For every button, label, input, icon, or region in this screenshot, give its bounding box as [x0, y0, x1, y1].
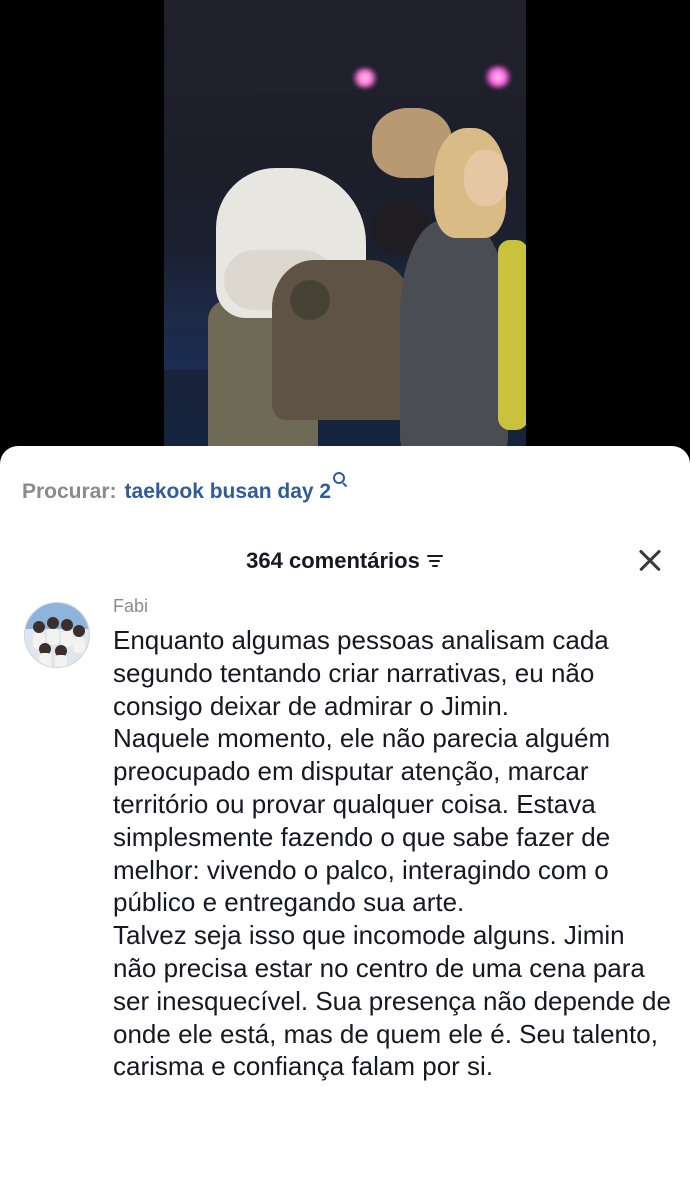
comment-count: 364 comentários	[246, 548, 420, 573]
video-frame[interactable]	[164, 0, 526, 460]
search-term-link[interactable]: taekook busan day 2	[125, 480, 332, 504]
sort-icon[interactable]	[426, 552, 444, 570]
comment-paragraph: Naquele momento, ele não parecia alguém …	[113, 723, 611, 918]
stage-light	[352, 68, 378, 88]
performer-figure	[498, 240, 526, 430]
page: Procurar: taekook busan day 2 364 coment…	[0, 0, 690, 1200]
performer-figure	[272, 260, 412, 420]
comments-header: 364 comentários	[0, 544, 690, 578]
performer-figure	[290, 280, 330, 320]
search-label: Procurar:	[22, 480, 117, 503]
search-suggestion[interactable]: Procurar: taekook busan day 2	[22, 472, 348, 510]
comment-username[interactable]: Fabi	[113, 596, 148, 617]
performer-figure	[400, 220, 508, 460]
comment-text: Enquanto algumas pessoas analisam cada s…	[113, 624, 673, 1083]
close-icon[interactable]	[636, 546, 664, 574]
performer-figure	[464, 150, 508, 206]
search-icon[interactable]	[333, 472, 348, 488]
comment-paragraph: Enquanto algumas pessoas analisam cada s…	[113, 625, 609, 721]
comments-sheet: Procurar: taekook busan day 2 364 coment…	[0, 446, 690, 1200]
avatar[interactable]	[24, 602, 90, 668]
video-player[interactable]	[0, 0, 690, 460]
stage-light	[484, 66, 512, 88]
comment-paragraph: Talvez seja isso que incomode alguns. Ji…	[113, 920, 671, 1082]
